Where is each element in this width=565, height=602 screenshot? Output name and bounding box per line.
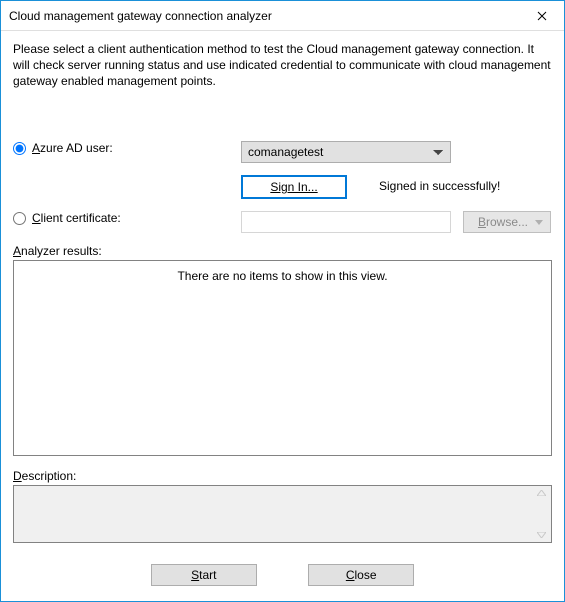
analyzer-results-list[interactable]: There are no items to show in this view. bbox=[13, 260, 552, 456]
sign-in-status: Signed in successfully! bbox=[379, 179, 500, 193]
results-empty-message: There are no items to show in this view. bbox=[177, 269, 387, 283]
description-scrollbar[interactable] bbox=[533, 487, 550, 541]
instructions-text: Please select a client authentication me… bbox=[13, 41, 552, 90]
azure-ad-radio[interactable] bbox=[13, 142, 26, 155]
browse-button: Browse... bbox=[463, 211, 551, 233]
description-label: Description: bbox=[13, 469, 76, 483]
titlebar: Cloud management gateway connection anal… bbox=[1, 1, 564, 31]
window-title: Cloud management gateway connection anal… bbox=[9, 9, 519, 23]
client-cert-field[interactable] bbox=[241, 211, 451, 233]
client-cert-radio-label[interactable]: Client certificate: bbox=[13, 211, 121, 225]
client-cert-radio[interactable] bbox=[13, 212, 26, 225]
analyzer-results-label: Analyzer results: bbox=[13, 244, 102, 258]
azure-ad-user-combo[interactable]: comanagetest bbox=[241, 141, 451, 163]
scroll-down-icon bbox=[537, 532, 546, 538]
azure-ad-radio-label[interactable]: Azure AD user: bbox=[13, 141, 113, 155]
close-button[interactable]: Close bbox=[308, 564, 414, 586]
start-button[interactable]: Start bbox=[151, 564, 257, 586]
sign-in-button[interactable]: Sign In... bbox=[241, 175, 347, 199]
scroll-up-icon bbox=[537, 490, 546, 496]
description-box[interactable] bbox=[13, 485, 552, 543]
close-icon bbox=[537, 8, 547, 24]
window-close-button[interactable] bbox=[519, 1, 564, 30]
